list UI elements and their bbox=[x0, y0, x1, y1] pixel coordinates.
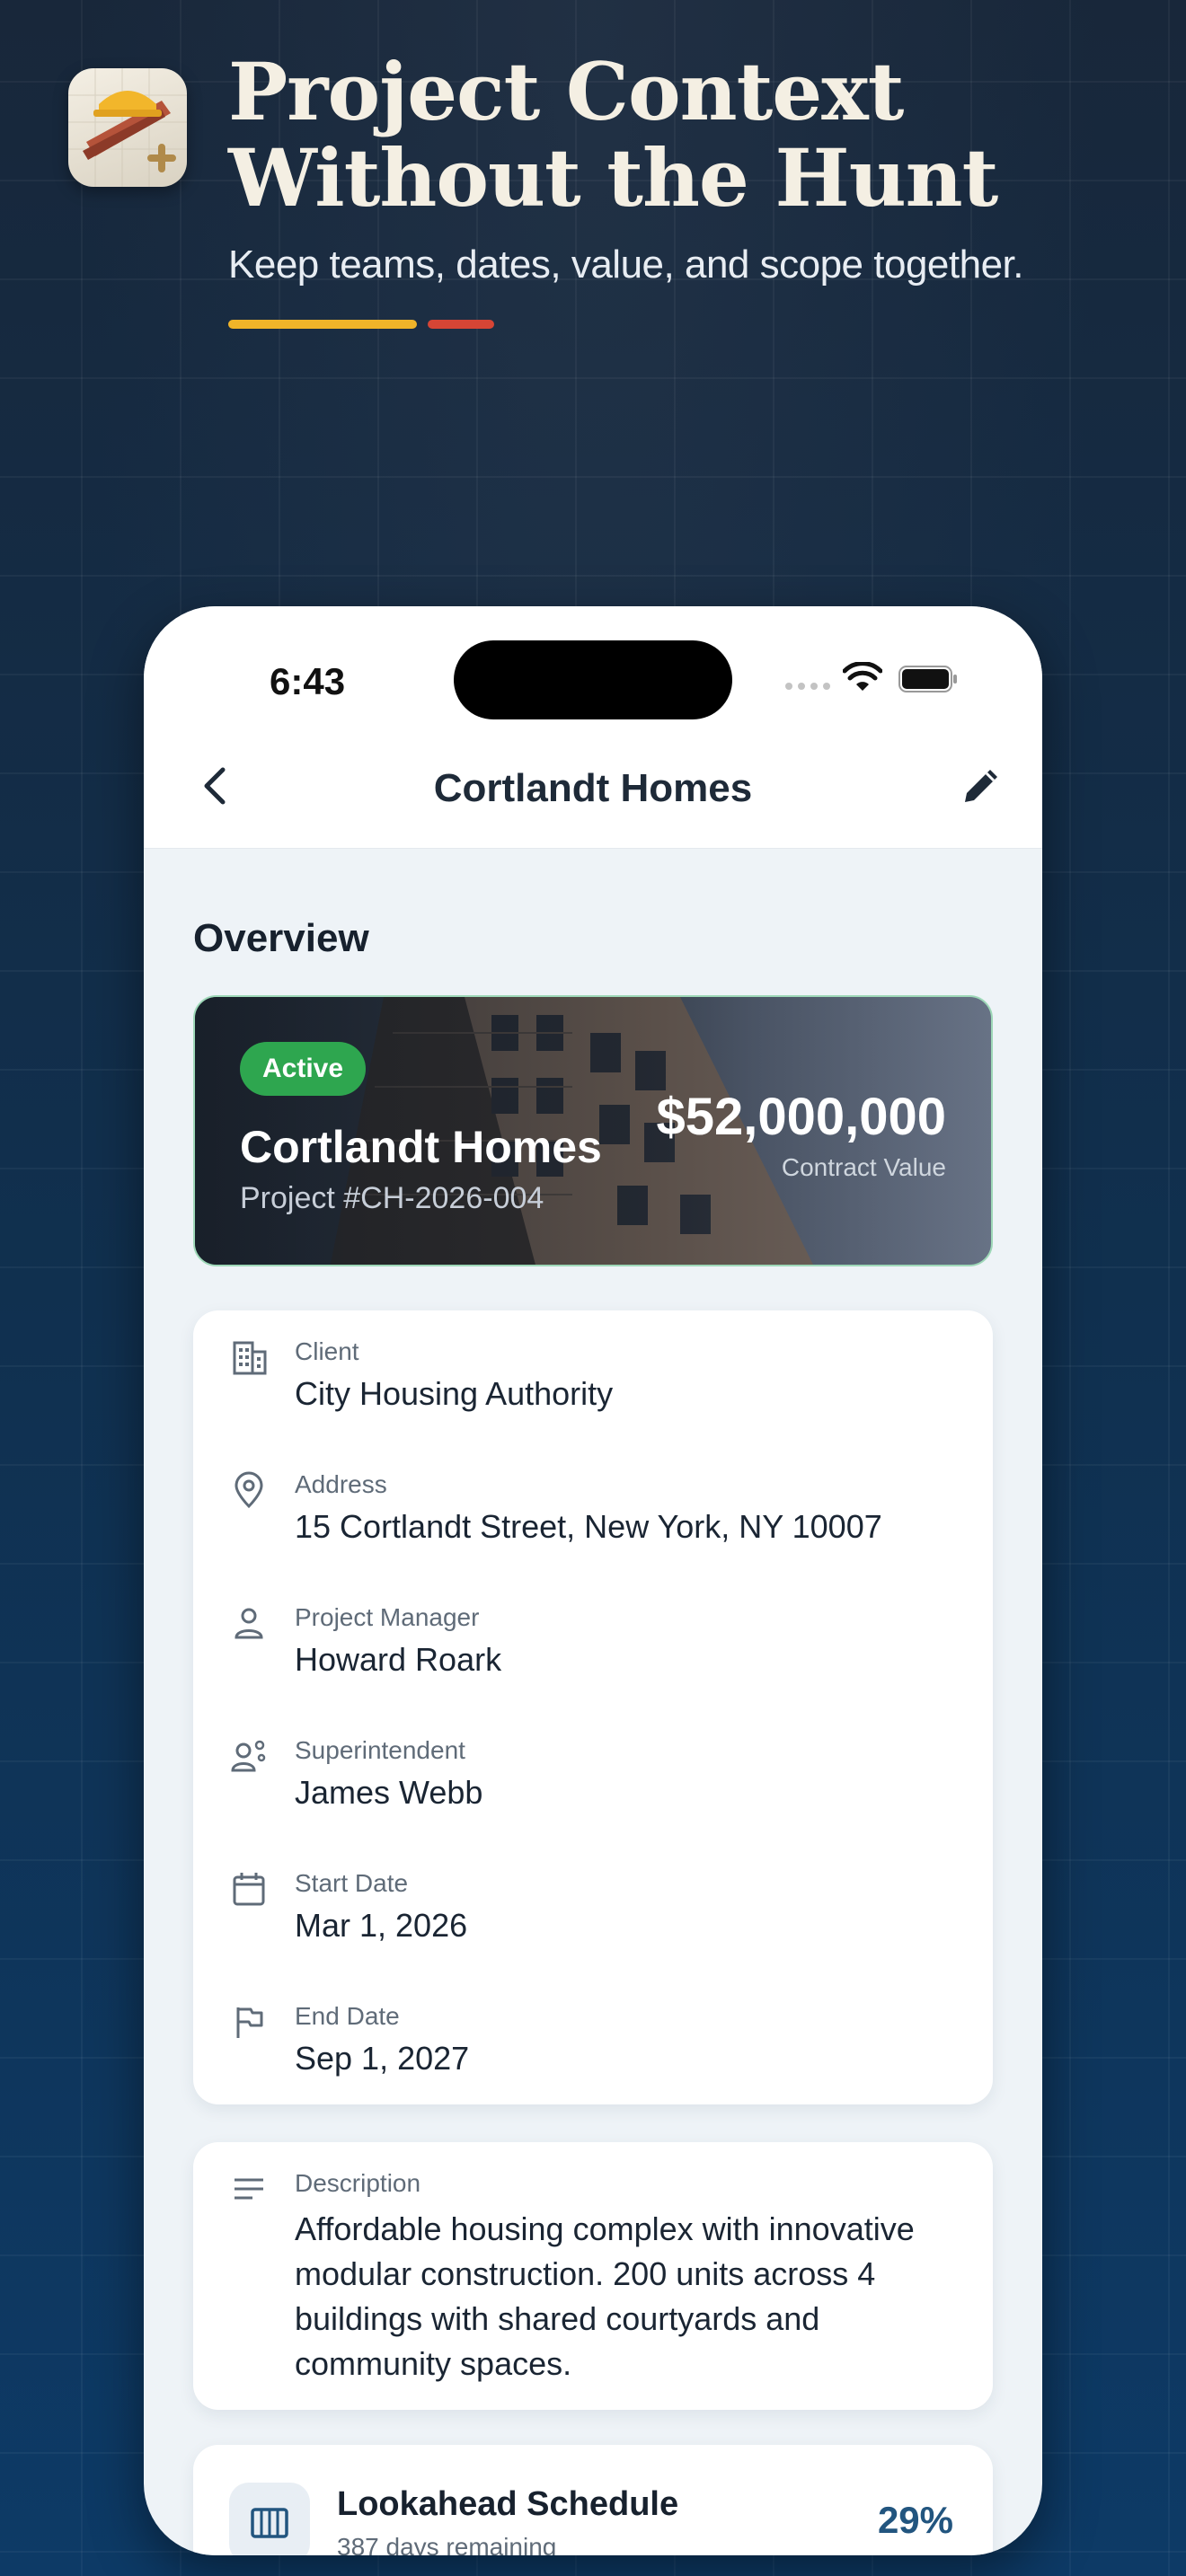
detail-label: Start Date bbox=[295, 1869, 409, 1897]
cellular-signal-icon bbox=[785, 683, 830, 690]
lookahead-percent: 29% bbox=[877, 2499, 953, 2541]
detail-label: Address bbox=[295, 1470, 387, 1498]
description-label: Description bbox=[295, 2169, 421, 2197]
map-pin-icon bbox=[235, 1471, 263, 1509]
status-bar: 6:43 bbox=[144, 606, 1042, 723]
hero-project-name: Cortlandt Homes bbox=[240, 1122, 602, 1172]
detail-row-address[interactable]: Address 15 Cortlandt Street, New York, N… bbox=[193, 1443, 993, 1576]
lookahead-icon-box bbox=[229, 2483, 310, 2555]
lookahead-title: Lookahead Schedule bbox=[337, 2485, 679, 2523]
lookahead-schedule-card[interactable]: Lookahead Schedule 387 days remaining 29… bbox=[193, 2445, 993, 2555]
detail-value: 15 Cortlandt Street, New York, NY 10007 bbox=[295, 1508, 882, 1545]
detail-label: Client bbox=[295, 1337, 359, 1365]
wifi-icon bbox=[843, 662, 882, 691]
project-details-card: Client City Housing Authority Address 15… bbox=[193, 1310, 993, 2104]
section-title-overview: Overview bbox=[193, 916, 369, 960]
headline-line-1: Project Context bbox=[228, 45, 904, 138]
detail-row-client: Client City Housing Authority bbox=[193, 1310, 993, 1443]
description-text: Affordable housing complex with innovati… bbox=[295, 2210, 915, 2382]
detail-label: Project Manager bbox=[295, 1603, 480, 1631]
app-logo-icon bbox=[68, 68, 187, 187]
detail-value: James Webb bbox=[295, 1774, 483, 1811]
detail-label: End Date bbox=[295, 2002, 400, 2030]
flag-icon bbox=[236, 2007, 263, 2038]
building-icon bbox=[233, 1341, 267, 1375]
detail-row-end-date: End Date Sep 1, 2027 bbox=[193, 1975, 993, 2108]
detail-row-start-date: Start Date Mar 1, 2026 bbox=[193, 1842, 993, 1975]
lookahead-subtitle: 387 days remaining bbox=[337, 2533, 557, 2555]
description-card: Description Affordable housing complex w… bbox=[193, 2142, 993, 2410]
contract-value-label: Contract Value bbox=[781, 1153, 946, 1181]
schedule-columns-icon bbox=[251, 2508, 288, 2538]
person-icon bbox=[235, 1608, 263, 1639]
detail-row-project-manager: Project Manager Howard Roark bbox=[193, 1576, 993, 1709]
text-lines-icon bbox=[235, 2178, 263, 2200]
headline-line-2: Without the Hunt bbox=[228, 131, 998, 225]
supervisor-icon bbox=[231, 1740, 266, 1772]
marketing-subhead: Keep teams, dates, value, and scope toge… bbox=[228, 243, 1024, 287]
nav-bar: Cortlandt Homes bbox=[144, 723, 1042, 849]
status-badge: Active bbox=[240, 1042, 367, 1096]
detail-label: Superintendent bbox=[295, 1736, 465, 1764]
accent-bar-yellow bbox=[228, 320, 417, 329]
accent-bar-red bbox=[428, 320, 494, 329]
edit-pencil-icon[interactable] bbox=[954, 759, 1008, 813]
marketing-headline: Project Context Without the Hunt bbox=[228, 45, 998, 225]
battery-icon bbox=[898, 666, 957, 693]
detail-value: Sep 1, 2027 bbox=[295, 2040, 470, 2077]
detail-value: Mar 1, 2026 bbox=[295, 1907, 468, 1944]
detail-value: City Housing Authority bbox=[295, 1375, 614, 1412]
status-time: 6:43 bbox=[270, 660, 346, 702]
hero-project-number: Project #CH-2026-004 bbox=[240, 1181, 544, 1215]
project-hero-card[interactable]: Active Cortlandt Homes Project #CH-2026-… bbox=[193, 995, 993, 1266]
phone-frame: 6:43 Cortlandt Homes Overview Active Cor… bbox=[144, 606, 1042, 2555]
detail-value: Howard Roark bbox=[295, 1641, 502, 1678]
detail-row-superintendent: Superintendent James Webb bbox=[193, 1709, 993, 1842]
dynamic-island bbox=[454, 640, 732, 719]
calendar-icon bbox=[233, 1873, 265, 1906]
nav-title: Cortlandt Homes bbox=[433, 766, 753, 810]
contract-value: $52,000,000 bbox=[656, 1088, 946, 1146]
